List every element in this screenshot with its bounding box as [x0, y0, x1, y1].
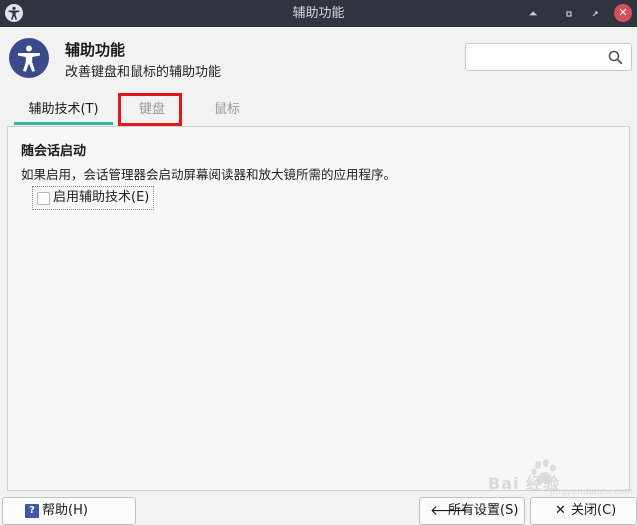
page-subtitle: 改善键盘和鼠标的辅助功能 — [65, 65, 222, 80]
minimize-icon — [566, 11, 572, 17]
help-icon: ? — [25, 504, 39, 518]
search-icon[interactable] — [608, 50, 623, 65]
minimize-button[interactable] — [560, 5, 578, 23]
all-settings-button[interactable]: 🡐 所有设置(S) — [419, 497, 525, 525]
annotation-highlight-box — [118, 93, 182, 126]
watermark-subtext: jingyan.baidu.com — [550, 487, 634, 497]
help-button[interactable]: ? 帮助(H) — [2, 497, 136, 525]
baidu-watermark: Bai 经验 jingyan.baidu.com — [488, 458, 633, 498]
window-titlebar[interactable]: 辅助功能 ⏶ ✕ — [0, 0, 637, 27]
section-title: 随会话启动 — [21, 144, 87, 159]
tab-mouse[interactable]: 鼠标(M) — [197, 96, 257, 145]
close-icon: ✕ — [555, 503, 566, 518]
section-description: 如果启用，会话管理器会启动屏幕阅读器和放大镜所需的应用程序。 — [21, 167, 397, 182]
close-window-button[interactable]: ✕ — [614, 4, 632, 22]
close-button-label: 关闭(C) — [571, 503, 617, 518]
close-button[interactable]: ✕ 关闭(C) — [530, 497, 637, 525]
settings-notebook: 辅助技术(T) 键盘(R) 鼠标(M) 随会话启动 如果启用，会话管理器会启动屏… — [7, 93, 630, 491]
help-button-label: 帮助(H) — [42, 503, 88, 518]
tab-assistive-technologies[interactable]: 辅助技术(T) — [14, 96, 113, 126]
enable-assistive-checkbox-row[interactable]: 启用辅助技术(E) — [32, 186, 155, 210]
dialog-header: 辅助功能 改善键盘和鼠标的辅助功能 — [0, 27, 637, 92]
search-box[interactable] — [465, 43, 632, 71]
enable-assistive-checkbox[interactable] — [37, 192, 50, 205]
tab-page-assistive: 随会话启动 如果启用，会话管理器会启动屏幕阅读器和放大镜所需的应用程序。 启用辅… — [7, 126, 630, 491]
page-title: 辅助功能 — [65, 41, 126, 59]
accessibility-icon — [9, 38, 49, 78]
search-input[interactable] — [472, 48, 600, 66]
maximize-icon — [592, 11, 598, 17]
checkbox-label[interactable]: 启用辅助技术(E) — [53, 189, 149, 207]
tab-bar: 辅助技术(T) 键盘(R) 鼠标(M) — [7, 93, 630, 145]
maximize-button[interactable] — [586, 5, 604, 23]
shade-button[interactable]: ⏶ — [524, 5, 542, 23]
all-settings-label: 所有设置(S) — [448, 503, 519, 518]
